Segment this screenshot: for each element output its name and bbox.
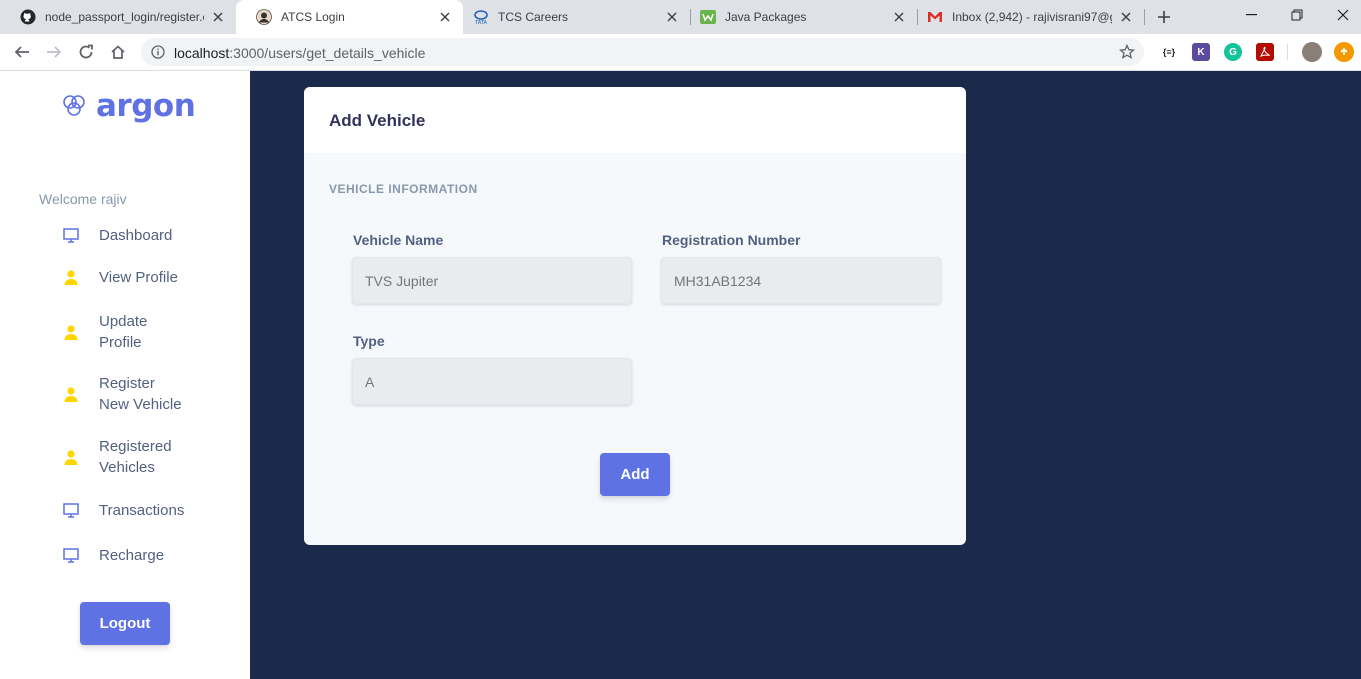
browser-tab[interactable]: Java Packages xyxy=(690,0,917,34)
sidebar-item-registered-vehicles[interactable]: Registered Vehicles xyxy=(62,436,202,478)
user-icon xyxy=(62,269,80,287)
grammarly-icon[interactable]: G xyxy=(1224,43,1242,61)
sidebar-item-label: Recharge xyxy=(99,547,165,564)
brand-name: argon xyxy=(96,88,196,124)
svg-text:TATA: TATA xyxy=(474,20,487,25)
arrow-left-icon xyxy=(14,46,29,58)
close-icon[interactable] xyxy=(891,9,907,25)
minimize-icon[interactable] xyxy=(1228,0,1274,30)
sidebar-item-recharge[interactable]: Recharge xyxy=(62,545,202,566)
gmail-icon xyxy=(927,9,943,25)
vehicle-name-input[interactable] xyxy=(352,257,632,304)
sidebar-item-dashboard[interactable]: Dashboard xyxy=(62,225,202,246)
registration-number-label: Registration Number xyxy=(662,232,801,248)
hexagon-logo-icon xyxy=(63,95,85,116)
new-tab-button[interactable] xyxy=(1152,5,1176,29)
type-input[interactable] xyxy=(352,358,632,405)
browser-tab[interactable]: node_passport_login/register.e xyxy=(0,0,236,34)
add-vehicle-button[interactable]: Add xyxy=(600,453,670,496)
profile-avatar[interactable] xyxy=(1302,42,1322,62)
type-label: Type xyxy=(353,333,385,349)
sidebar: argon Welcome rajiv Dashboard View Profi… xyxy=(0,71,250,679)
github-icon xyxy=(20,9,36,25)
user-icon xyxy=(62,385,80,403)
tab-title: ATCS Login xyxy=(281,10,345,24)
browser-tab-active[interactable]: ATCS Login xyxy=(236,0,463,34)
tab-title: node_passport_login/register.e xyxy=(45,10,204,24)
monitor-icon xyxy=(62,547,80,565)
sidebar-item-label: Dashboard xyxy=(99,227,173,244)
add-vehicle-card: Add Vehicle VEHICLE INFORMATION Vehicle … xyxy=(304,87,966,545)
tata-icon: TATA xyxy=(473,9,489,25)
browser-toolbar: localhost:3000/users/get_details_vehicle… xyxy=(0,34,1361,71)
extension-k-icon[interactable]: K xyxy=(1192,43,1210,61)
browser-tab[interactable]: Inbox (2,942) - rajivisrani97@g xyxy=(917,0,1144,34)
toolbar-separator xyxy=(1287,44,1288,60)
registration-number-input[interactable] xyxy=(661,257,941,304)
bookmark-star-icon[interactable] xyxy=(1119,44,1135,60)
sidebar-item-register-vehicle[interactable]: Register New Vehicle xyxy=(62,373,202,415)
tab-title: Inbox (2,942) - rajivisrani97@g xyxy=(952,10,1112,24)
close-icon[interactable] xyxy=(664,9,680,25)
card-header: Add Vehicle xyxy=(304,87,966,153)
sidebar-item-label: Update Profile xyxy=(99,313,148,351)
address-bar[interactable]: localhost:3000/users/get_details_vehicle xyxy=(141,38,1144,66)
brand-logo[interactable]: argon xyxy=(62,87,196,125)
update-icon[interactable] xyxy=(1334,42,1354,62)
home-button[interactable] xyxy=(106,40,130,64)
sidebar-item-label: Registered Vehicles xyxy=(99,438,172,476)
logout-button[interactable]: Logout xyxy=(80,602,170,645)
sidebar-item-transactions[interactable]: Transactions xyxy=(62,500,202,521)
browser-tab-strip: node_passport_login/register.e ATCS Logi… xyxy=(0,0,1361,34)
welcome-text: Welcome rajiv xyxy=(39,191,127,207)
reload-icon xyxy=(79,44,93,59)
monitor-icon xyxy=(62,502,80,520)
home-icon xyxy=(111,45,125,59)
sidebar-item-view-profile[interactable]: View Profile xyxy=(62,267,202,288)
url-text: localhost:3000/users/get_details_vehicle xyxy=(174,45,426,61)
info-icon[interactable] xyxy=(150,44,166,60)
window-close-icon[interactable] xyxy=(1320,0,1361,30)
close-icon[interactable] xyxy=(1118,9,1134,25)
sidebar-item-update-profile[interactable]: Update Profile xyxy=(62,311,202,353)
close-icon[interactable] xyxy=(437,9,453,25)
vehicle-name-label: Vehicle Name xyxy=(353,232,444,248)
sidebar-item-label: Transactions xyxy=(99,502,185,519)
user-icon xyxy=(62,448,80,466)
tab-title: Java Packages xyxy=(725,10,807,24)
back-button[interactable] xyxy=(10,40,34,64)
reload-button[interactable] xyxy=(74,40,98,64)
arrow-right-icon xyxy=(47,46,62,58)
sidebar-item-label: View Profile xyxy=(99,269,178,286)
json-extension-icon[interactable]: {≡} xyxy=(1160,43,1178,61)
close-icon[interactable] xyxy=(210,9,226,25)
avatar-favicon-icon xyxy=(256,9,272,25)
tab-title: TCS Careers xyxy=(498,10,569,24)
monitor-icon xyxy=(62,227,80,245)
card-title: Add Vehicle xyxy=(329,111,426,130)
restore-icon[interactable] xyxy=(1274,0,1320,30)
browser-tab[interactable]: TATA TCS Careers xyxy=(463,0,690,34)
sidebar-item-label: Register New Vehicle xyxy=(99,375,182,413)
pdf-extension-icon[interactable] xyxy=(1256,43,1274,61)
user-icon xyxy=(62,323,80,341)
section-heading: VEHICLE INFORMATION xyxy=(329,182,478,196)
forward-button[interactable] xyxy=(42,40,66,64)
tab-separator xyxy=(1144,9,1145,25)
package-icon xyxy=(700,9,716,25)
